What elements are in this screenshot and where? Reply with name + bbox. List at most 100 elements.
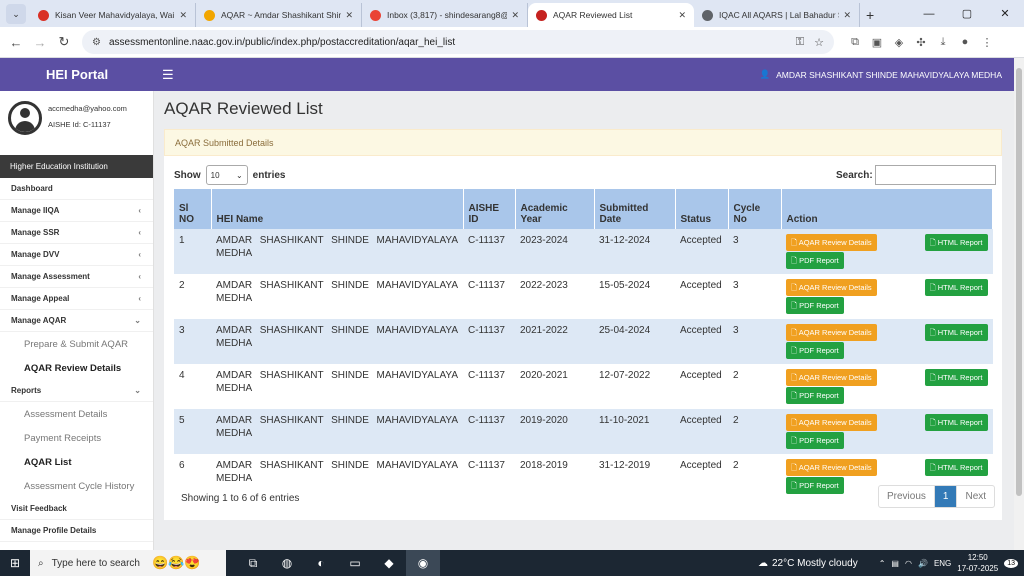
pdf-report-button[interactable]: 🗋 PDF Report <box>786 477 844 494</box>
sidebar-subitem[interactable]: Assessment Details <box>0 402 153 426</box>
windows-start-icon[interactable]: ⊞ <box>0 556 30 570</box>
close-tab-icon[interactable]: ✕ <box>678 10 686 21</box>
puzzle-icon[interactable]: ✣ <box>910 36 932 49</box>
column-header[interactable]: Cycle No <box>728 189 782 229</box>
menu-dots-icon[interactable]: ⋮ <box>976 36 998 49</box>
html-report-button[interactable]: 🗋 HTML Report <box>924 324 988 341</box>
page-scrollbar[interactable] <box>1014 58 1024 550</box>
wifi-icon[interactable]: ◠ <box>905 559 912 568</box>
new-tab-button[interactable]: + <box>866 7 874 23</box>
column-header[interactable]: HEI Name <box>211 189 464 229</box>
extension-icon[interactable]: ◈ <box>888 36 910 49</box>
close-tab-icon[interactable]: ✕ <box>511 10 519 21</box>
sidebar-item-manage-assessment[interactable]: Manage Assessment ‹ <box>0 266 153 288</box>
file-explorer-icon[interactable]: ▭ <box>338 550 372 576</box>
column-header[interactable]: Status <box>675 189 729 229</box>
pdf-report-button[interactable]: 🗋 PDF Report <box>786 387 844 404</box>
edge-icon[interactable]: ◐ <box>304 550 338 576</box>
pagination-next[interactable]: Next <box>957 486 994 507</box>
copilot-icon[interactable]: ◍ <box>270 550 304 576</box>
notification-badge[interactable]: 13 <box>1004 558 1018 568</box>
back-icon[interactable]: ← <box>4 35 28 50</box>
column-header[interactable]: AISHE ID <box>463 189 516 229</box>
sidebar-subitem[interactable]: Prepare & Submit AQAR <box>0 332 153 356</box>
html-report-button[interactable]: 🗋 HTML Report <box>924 414 988 431</box>
network-icon[interactable]: ▤ <box>891 559 899 568</box>
aqar-review-details-button[interactable]: 🗋 AQAR Review Details <box>786 369 877 386</box>
extension-icon[interactable]: ▣ <box>866 36 888 49</box>
taskbar-search[interactable]: ⌕ Type here to search 😄😂😍 <box>30 550 226 576</box>
sidebar-subitem[interactable]: Assessment Cycle History <box>0 474 153 498</box>
html-report-button[interactable]: 🗋 HTML Report <box>924 279 988 296</box>
close-window-icon[interactable]: ✕ <box>986 0 1024 27</box>
close-tab-icon[interactable]: ✕ <box>179 10 187 21</box>
app-icon[interactable]: ◆ <box>372 550 406 576</box>
sidebar-subitem[interactable]: Payment Receipts <box>0 426 153 450</box>
browser-tab[interactable]: AQAR ~ Amdar Shashikant Shinde ✕ <box>196 3 362 27</box>
aqar-review-details-button[interactable]: 🗋 AQAR Review Details <box>786 414 877 431</box>
column-header[interactable]: Action <box>781 189 993 229</box>
search-input[interactable] <box>874 165 996 185</box>
aqar-review-details-button[interactable]: 🗋 AQAR Review Details <box>786 459 877 476</box>
scrollbar-thumb[interactable] <box>1016 68 1022 496</box>
hamburger-menu-icon[interactable]: ☰ <box>162 67 174 83</box>
pdf-report-button[interactable]: 🗋 PDF Report <box>786 297 844 314</box>
sidebar-item-reports[interactable]: Reports ⌄ <box>0 380 153 402</box>
pagination-page[interactable]: 1 <box>934 486 958 507</box>
reload-icon[interactable]: ↻ <box>52 34 76 50</box>
profile-avatar[interactable]: ● <box>954 36 976 49</box>
clock[interactable]: 12:50 17-07-2025 <box>957 552 998 574</box>
sidebar-item-bottom[interactable]: Visit Feedback <box>0 498 153 520</box>
close-tab-icon[interactable]: ✕ <box>843 10 851 21</box>
weather-widget[interactable]: ☁ 22°C Mostly cloudy <box>758 558 858 569</box>
pdf-report-button[interactable]: 🗋 PDF Report <box>786 252 844 269</box>
tray-chevron-icon[interactable]: ⌃ <box>879 559 886 568</box>
sidebar-subitem[interactable]: AQAR Review Details <box>0 356 153 380</box>
pdf-report-button[interactable]: 🗋 PDF Report <box>786 342 844 359</box>
aqar-review-details-button[interactable]: 🗋 AQAR Review Details <box>786 234 877 251</box>
browser-tab[interactable]: AQAR Reviewed List ✕ <box>528 3 694 27</box>
sidebar-item-manage-dvv[interactable]: Manage DVV ‹ <box>0 244 153 266</box>
sidebar-item-manage-aqar[interactable]: Manage AQAR ⌄ <box>0 310 153 332</box>
browser-tab[interactable]: Kisan Veer Mahavidyalaya, Wai ✕ <box>30 3 196 27</box>
minimize-icon[interactable]: — <box>910 0 948 27</box>
site-info-icon[interactable]: ⚙ <box>92 37 101 48</box>
pdf-report-button[interactable]: 🗋 PDF Report <box>786 432 844 449</box>
sidebar-item-dashboard[interactable]: Dashboard <box>0 178 153 200</box>
chrome-icon[interactable]: ◉ <box>406 550 440 576</box>
aqar-review-details-button[interactable]: 🗋 AQAR Review Details <box>786 279 877 296</box>
column-header[interactable]: Sl NO <box>174 189 212 229</box>
key-icon[interactable]: ⚿ <box>796 36 804 49</box>
sidebar-item-manage-iiqa[interactable]: Manage IIQA ‹ <box>0 200 153 222</box>
extension-icon[interactable]: ⧉ <box>844 36 866 49</box>
html-report-button[interactable]: 🗋 HTML Report <box>924 234 988 251</box>
forward-icon[interactable]: → <box>28 35 52 50</box>
task-view-icon[interactable]: ⧉ <box>236 550 270 576</box>
sidebar-item-bottom[interactable]: Manage Profile Details <box>0 520 153 542</box>
entries-select[interactable]: 10 ⌄ <box>205 165 248 185</box>
html-report-button[interactable]: 🗋 HTML Report <box>924 459 988 476</box>
tab-search-button[interactable]: ⌄ <box>6 4 26 24</box>
bookmark-star-icon[interactable]: ☆ <box>814 36 824 49</box>
sidebar-section-header: Higher Education Institution <box>0 155 153 178</box>
close-tab-icon[interactable]: ✕ <box>345 10 353 21</box>
html-report-button[interactable]: 🗋 HTML Report <box>924 369 988 386</box>
column-header[interactable]: Academic Year <box>515 189 595 229</box>
portal-brand[interactable]: HEI Portal <box>0 67 154 82</box>
sidebar-item-manage-ssr[interactable]: Manage SSR ‹ <box>0 222 153 244</box>
aqar-review-details-button[interactable]: 🗋 AQAR Review Details <box>786 324 877 341</box>
browser-tab[interactable]: IQAC All AQARS | Lal Bahadur Sh ✕ <box>694 3 860 27</box>
pagination-previous[interactable]: Previous <box>879 486 935 507</box>
document-icon: 🗋 <box>791 481 800 490</box>
language-indicator[interactable]: ENG <box>934 559 951 568</box>
address-bar[interactable]: ⚙ assessmentonline.naac.gov.in/public/in… <box>82 30 834 54</box>
volume-icon[interactable]: 🔊 <box>918 559 928 568</box>
download-icon[interactable]: ⤓ <box>932 36 954 49</box>
sidebar-subitem[interactable]: AQAR List <box>0 450 153 474</box>
maximize-icon[interactable]: ▢ <box>948 0 986 27</box>
column-header[interactable]: Submitted Date <box>594 189 676 229</box>
browser-tab[interactable]: Inbox (3,817) - shindesarang8@ ✕ <box>362 3 528 27</box>
sidebar-item-manage-appeal[interactable]: Manage Appeal ‹ <box>0 288 153 310</box>
user-menu[interactable]: 👤 AMDAR SHASHIKANT SHINDE MAHAVIDYALAYA … <box>759 69 1002 80</box>
table-row: 5 AMDAR SHASHIKANT SHINDE MAHAVIDYALAYA M… <box>174 409 993 454</box>
